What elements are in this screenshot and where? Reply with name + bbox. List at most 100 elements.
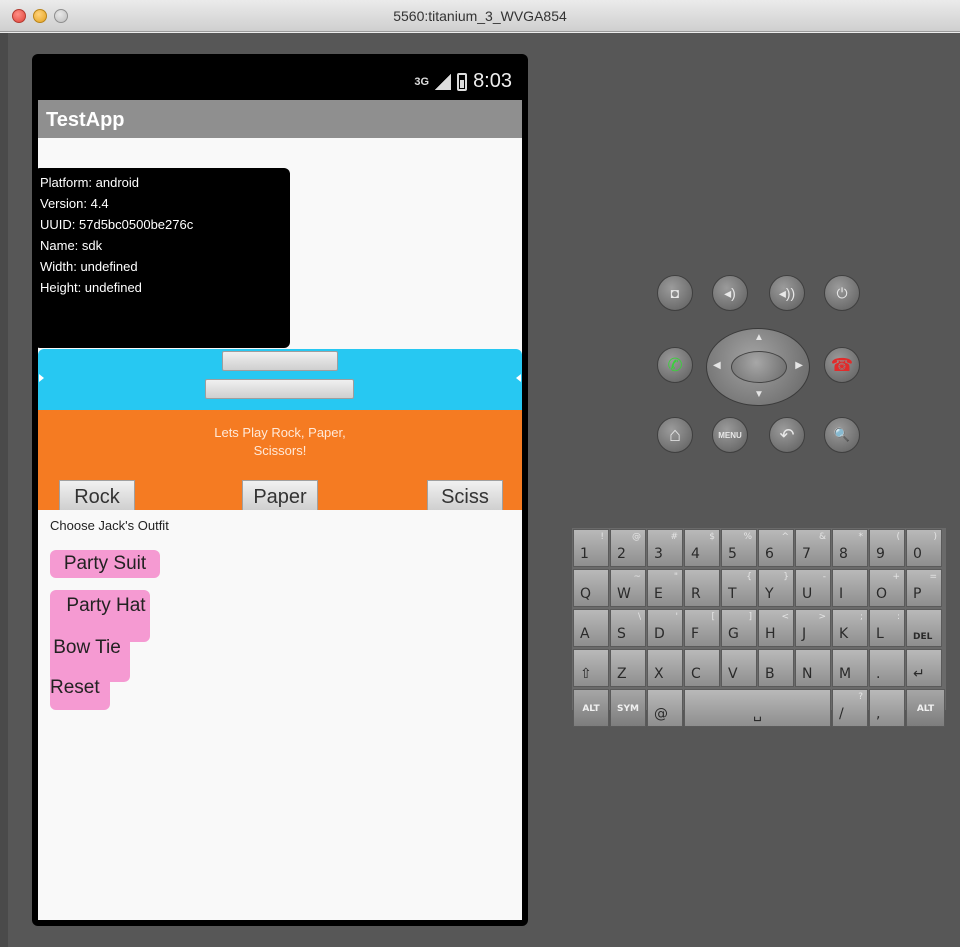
key-alt-label: ): [933, 532, 937, 542]
key-row3-7[interactable]: K;: [832, 609, 868, 647]
rock-button[interactable]: Rock: [59, 480, 135, 510]
key-sym[interactable]: SYM: [610, 689, 646, 727]
key-row3-4[interactable]: G]: [721, 609, 757, 647]
key-label: ⇧: [580, 666, 592, 682]
key-label: 5: [728, 546, 737, 562]
key-alt-label: *: [858, 532, 864, 542]
power-icon[interactable]: ⏻: [824, 275, 860, 311]
key-label: ␣: [753, 706, 762, 722]
camera-icon[interactable]: ◘: [657, 275, 693, 311]
home-icon[interactable]: ⌂: [657, 417, 693, 453]
key-comma[interactable]: ,: [869, 689, 905, 727]
key-slash[interactable]: /?: [832, 689, 868, 727]
game-prompt-line: Lets Play Rock, Paper, Scissors!: [214, 425, 346, 458]
key-alt-label: !: [600, 532, 604, 542]
key-row2-9[interactable]: P =: [906, 569, 942, 607]
key-space[interactable]: ␣: [684, 689, 831, 727]
key-row1-9[interactable]: 0): [906, 529, 942, 567]
key-row4-9[interactable]: ↵: [906, 649, 942, 687]
dpad-up-icon[interactable]: ▲: [754, 332, 764, 343]
key-row1-2[interactable]: 3 #: [647, 529, 683, 567]
key-row4-7[interactable]: M: [832, 649, 868, 687]
key-label: O: [876, 586, 888, 602]
key-label: Y: [765, 586, 774, 602]
dpad-left-icon[interactable]: ◀: [713, 360, 721, 371]
key-row1-7[interactable]: 8 *: [832, 529, 868, 567]
menu-button[interactable]: MENU: [712, 417, 748, 453]
key-row4-4[interactable]: V: [721, 649, 757, 687]
key-label: /: [839, 706, 844, 722]
volume-up-icon[interactable]: ◂)): [769, 275, 805, 311]
key-row2-5[interactable]: Y}: [758, 569, 794, 607]
back-icon[interactable]: ↶: [769, 417, 805, 453]
dpad-down-icon[interactable]: ▼: [754, 389, 764, 400]
window-title: 5560:titanium_3_WVGA854: [393, 8, 567, 24]
key-alt-label: ": [673, 572, 678, 582]
party-suit-button[interactable]: Party Suit: [50, 550, 160, 578]
key-row2-2[interactable]: E ": [647, 569, 683, 607]
key-label: DEL: [913, 632, 933, 642]
key-row1-6[interactable]: 7 &: [795, 529, 831, 567]
key-row3-0[interactable]: A: [573, 609, 609, 647]
key-at[interactable]: @: [647, 689, 683, 727]
key-alt-label: }: [783, 572, 789, 582]
key-row3-9[interactable]: DEL: [906, 609, 942, 647]
key-row2-3[interactable]: R: [684, 569, 720, 607]
key-row4-0[interactable]: ⇧: [573, 649, 609, 687]
key-row1-0[interactable]: 1!: [573, 529, 609, 567]
key-row1-4[interactable]: 5%: [721, 529, 757, 567]
key-label: 2: [617, 546, 626, 562]
key-row3-1[interactable]: S \: [610, 609, 646, 647]
key-row2-4[interactable]: T{: [721, 569, 757, 607]
key-label: R: [691, 586, 701, 602]
window-left-edge: [0, 33, 8, 947]
key-row1-5[interactable]: 6 ^: [758, 529, 794, 567]
call-icon[interactable]: ✆: [657, 347, 693, 383]
key-row4-3[interactable]: C: [684, 649, 720, 687]
key-row2-1[interactable]: W ~: [610, 569, 646, 607]
key-row3-5[interactable]: H <: [758, 609, 794, 647]
key-alt-label: <: [781, 612, 789, 622]
blank-button-1[interactable]: [222, 351, 338, 371]
key-row4-1[interactable]: Z: [610, 649, 646, 687]
key-label: ↵: [913, 666, 925, 682]
key-row3-8[interactable]: L:: [869, 609, 905, 647]
key-row4-8[interactable]: .: [869, 649, 905, 687]
key-label: .: [876, 666, 881, 682]
key-row4-6[interactable]: N: [795, 649, 831, 687]
dpad[interactable]: ▲ ▼ ◀ ▶: [706, 328, 810, 406]
key-row1-3[interactable]: 4 $: [684, 529, 720, 567]
key-row3-6[interactable]: J >: [795, 609, 831, 647]
key-alt-left[interactable]: ALT: [573, 689, 609, 727]
dpad-right-icon[interactable]: ▶: [795, 360, 803, 371]
paper-button[interactable]: Paper: [242, 480, 318, 510]
info-name: Name: sdk: [40, 238, 103, 253]
key-alt-right[interactable]: ALT: [906, 689, 945, 727]
key-alt-label: (: [896, 532, 900, 542]
key-alt-label: ': [675, 612, 678, 622]
key-row3-2[interactable]: D ': [647, 609, 683, 647]
key-label: 6: [765, 546, 774, 562]
key-row2-8[interactable]: O +: [869, 569, 905, 607]
key-label: C: [691, 666, 701, 682]
key-row4-5[interactable]: B: [758, 649, 794, 687]
key-row2-6[interactable]: U-: [795, 569, 831, 607]
key-row1-1[interactable]: 2 @: [610, 529, 646, 567]
info-version: Version: 4.4: [40, 196, 109, 211]
key-row2-7[interactable]: I: [832, 569, 868, 607]
key-alt-label: +: [892, 572, 900, 582]
search-icon[interactable]: 🔍: [824, 417, 860, 453]
key-row2-0[interactable]: Q: [573, 569, 609, 607]
reset-button[interactable]: Reset: [50, 674, 110, 710]
key-label: K: [839, 626, 849, 642]
key-row3-3[interactable]: F[: [684, 609, 720, 647]
battery-icon: [457, 72, 468, 91]
volume-down-icon[interactable]: ◂): [712, 275, 748, 311]
blank-button-2[interactable]: [205, 379, 354, 399]
dpad-center-button[interactable]: [731, 351, 787, 383]
key-row1-8[interactable]: 9(: [869, 529, 905, 567]
key-row4-2[interactable]: X: [647, 649, 683, 687]
end-call-icon[interactable]: ☎: [824, 347, 860, 383]
status-bar: 3G 8:03: [38, 60, 522, 100]
scissors-button[interactable]: Sciss: [427, 480, 503, 510]
